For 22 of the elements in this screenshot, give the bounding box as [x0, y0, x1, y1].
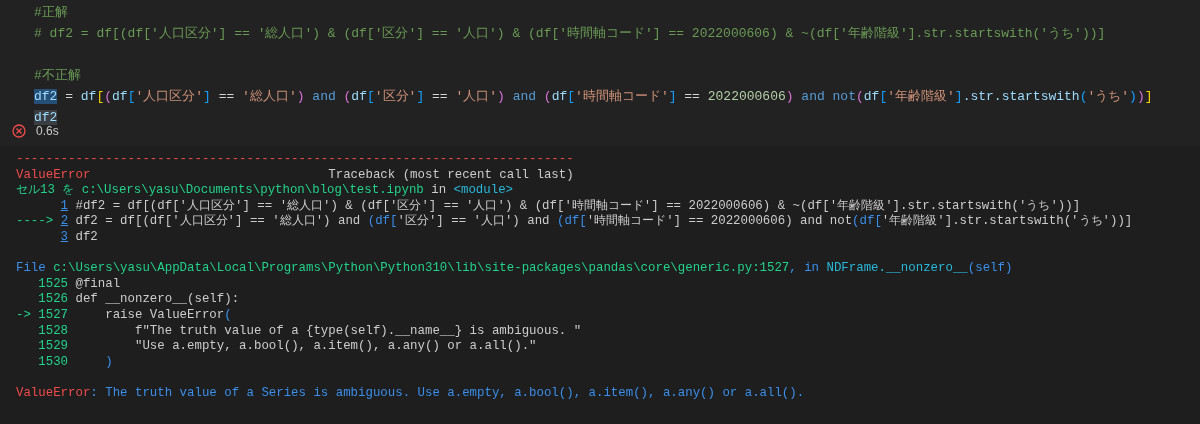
output-line: ValueError Traceback (most recent call last)	[16, 167, 575, 184]
output-line: ValueError: The truth value of a Series is ambiguous. Use a.empty, a.bool(), a.item(), a.any() or a.all().	[16, 385, 806, 402]
output-line: ----> 2 df2 = df[(df['人口区分'] == '総人口') and (df['区分'] == '人口') and (df['時間軸コード'] == 2022000606) and not(df['年齢階級'].str.startswith('うち'))]	[16, 214, 1134, 230]
output-line: セル13 を c:\Users\yasu\Documents\python\blog\test.ipynb in <module>	[16, 183, 515, 199]
code-line: #正解	[34, 4, 69, 22]
output-line: File c:\Users\yasu\AppData\Local\Programs\Python\Python310\lib\site-packages\pandas\core\generic.py:1527, in NDFrame.__nonzero__(self)	[16, 261, 1014, 277]
output-line: 1526 def __nonzero__(self):	[37, 292, 241, 308]
output-line: 1528 f"The truth value of a {type(self).__name__} is ambiguous. "	[37, 323, 583, 340]
output-line: 1525 @final	[37, 276, 122, 293]
output-line: -> 1527 raise ValueError(	[16, 307, 233, 324]
code-line: #不正解	[34, 67, 82, 85]
line-number-link[interactable]: 2	[60, 214, 69, 229]
execution-time: 0.6s	[36, 123, 59, 140]
line-number-link[interactable]: 3	[60, 229, 69, 244]
code-line: df2 = df[(df['人口区分'] == '総人口') and (df['区分'] == '人口') and (df['時間軸コード'] == 2022000606) and not(df['年齢階級'].str.startswith('うち'))]	[34, 88, 1154, 106]
output-line: 1 #df2 = df[(df['人口区分'] == '総人口') & (df['区分'] == '人口') & (df['時間軸コード'] == 2022000606) & ~(df['年齢階級'].str.startswith('うち'))]	[59, 198, 1082, 214]
output-line: ---------------------------------------------------------------------------	[16, 152, 575, 168]
output-line: 3 df2	[59, 229, 99, 246]
output-line: 1530 )	[37, 354, 114, 371]
code-line: # df2 = df[(df['人口区分'] == '総人口') & (df['区分'] == '人口') & (df['時間軸コード'] == 2022000606) & ~(df['年齢階級'].str.startswith('うち'))]	[34, 25, 1107, 43]
line-number-link[interactable]: 1	[60, 198, 69, 213]
output-line: 1529 "Use a.empty, a.bool(), a.item(), a.any() or a.all()."	[37, 339, 538, 355]
